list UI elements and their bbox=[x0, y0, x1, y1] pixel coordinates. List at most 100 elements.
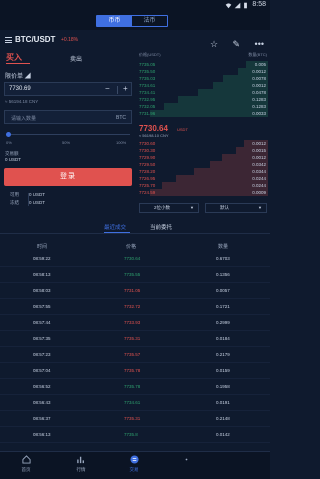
ask-row[interactable]: 7734.41 0.0478 bbox=[135, 89, 270, 96]
last-price-unit: USDT bbox=[177, 127, 188, 132]
buy-tab-underline bbox=[6, 63, 30, 64]
decimals-select[interactable]: 2位小数 ▼ bbox=[139, 203, 199, 213]
trade-time: 08:56:43 bbox=[33, 400, 51, 405]
more-icon[interactable]: ••• bbox=[255, 39, 264, 49]
chevron-down-icon: ▼ bbox=[190, 205, 194, 210]
trade-time: 08:56:52 bbox=[33, 384, 51, 389]
available-value: 0 USDT bbox=[29, 192, 46, 197]
trade-price: 7734.61 bbox=[124, 400, 141, 405]
tab-open-orders[interactable]: 当前委托 bbox=[150, 223, 172, 231]
bid-row[interactable]: 7724.59 0.0009 bbox=[135, 189, 270, 196]
login-button[interactable]: 登录 bbox=[4, 168, 132, 186]
trade-qty: 0.2148 bbox=[216, 416, 230, 421]
sell-tab[interactable]: 卖出 bbox=[70, 54, 82, 63]
bid-row[interactable]: 7725.70 0.0244 bbox=[135, 182, 270, 189]
bid-row[interactable]: 7730.60 0.0012 bbox=[135, 140, 270, 147]
order-type-select[interactable]: 限价单 ◢ bbox=[5, 71, 31, 80]
ask-row[interactable]: 7734.61 0.0012 bbox=[135, 82, 270, 89]
menu-icon[interactable] bbox=[5, 37, 12, 43]
frozen-label: 冻结 bbox=[10, 200, 19, 205]
bid-row[interactable]: 7728.20 0.0344 bbox=[135, 168, 270, 175]
trade-row: 08:57:23 7735.57 0.2179 bbox=[0, 347, 270, 363]
price-increase-button[interactable]: + bbox=[123, 84, 128, 93]
trade-time: 08:56:37 bbox=[33, 416, 51, 421]
available-label: 可用 bbox=[10, 192, 19, 197]
bid-row[interactable]: 7729.50 0.0342 bbox=[135, 161, 270, 168]
book-mode-select[interactable]: 默认 ▼ bbox=[205, 203, 267, 213]
nav-home[interactable]: 首页 bbox=[6, 455, 46, 473]
bid-row[interactable]: 7729.90 0.0012 bbox=[135, 154, 270, 161]
tab-fiat[interactable]: 法币 bbox=[132, 16, 167, 26]
trade-qty: 0.6703 bbox=[216, 256, 230, 261]
history-tabs: 最近成交 当前委托 bbox=[0, 220, 270, 234]
trade-row: 08:56:52 7735.78 0.1958 bbox=[0, 379, 270, 395]
nav-market[interactable]: 行情 bbox=[61, 455, 101, 473]
trade-time: 08:58:03 bbox=[33, 288, 51, 293]
home-icon bbox=[21, 455, 31, 464]
pair-name[interactable]: BTC/USDT bbox=[15, 35, 55, 44]
wifi-icon bbox=[225, 3, 232, 9]
trade-row: 08:56:13 7735.8 0.0142 bbox=[0, 427, 270, 443]
chevron-down-icon: ▼ bbox=[258, 205, 262, 210]
ask-row[interactable]: 7731.96 0.0033 bbox=[135, 110, 270, 117]
trade-price: 7733.93 bbox=[124, 320, 141, 325]
col-qty: 数量 bbox=[218, 244, 229, 250]
trade-time: 08:57:23 bbox=[33, 352, 51, 357]
buy-sell-switch: 买入 卖出 bbox=[4, 52, 130, 64]
trade-row: 08:57:04 7735.78 0.0159 bbox=[0, 363, 270, 379]
slider-handle[interactable] bbox=[6, 132, 11, 137]
price-decrease-button[interactable]: − bbox=[105, 84, 110, 93]
nav-account[interactable] bbox=[166, 455, 206, 467]
trade-qty: 0.1721 bbox=[216, 304, 230, 309]
trade-time: 08:58:13 bbox=[33, 272, 51, 277]
trade-row: 08:57:55 7732.72 0.1721 bbox=[0, 299, 270, 315]
buy-tab[interactable]: 买入 bbox=[6, 52, 22, 63]
slider-tick-50: 50% bbox=[62, 140, 71, 145]
trade-time: 08:56:13 bbox=[33, 432, 51, 437]
trade-price: 7731.05 bbox=[124, 288, 141, 293]
order-form: 买入 卖出 限价单 ◢ 7730.69 − + ≈ 56194.18 CNY 请… bbox=[0, 50, 135, 213]
market-type-switch: 币币 法币 bbox=[96, 15, 168, 27]
book-qty-header: 数量(BTC) bbox=[248, 52, 267, 57]
trade-time: 08:57:55 bbox=[33, 304, 51, 309]
ask-row[interactable]: 7735.50 0.0012 bbox=[135, 68, 270, 75]
bid-row[interactable]: 7726.95 0.0244 bbox=[135, 175, 270, 182]
battery-icon bbox=[244, 2, 247, 9]
price-field[interactable]: 7730.69 − + bbox=[4, 82, 132, 96]
price-stepper-divider bbox=[117, 86, 118, 94]
col-price: 价格 bbox=[126, 244, 137, 250]
active-tab-underline bbox=[104, 232, 130, 233]
trade-qty: 0.0184 bbox=[216, 336, 230, 341]
trade-price: 7735.57 bbox=[124, 352, 141, 357]
pair-actions: ☆ ✎ ••• bbox=[200, 34, 264, 49]
trade-row: 08:58:13 7735.55 0.1356 bbox=[0, 267, 270, 283]
trade-qty: 0.0159 bbox=[216, 368, 230, 373]
top-bar: 币币 法币 bbox=[0, 12, 270, 30]
trade-icon bbox=[129, 455, 139, 464]
trade-row: 08:56:43 7734.61 0.0191 bbox=[0, 395, 270, 411]
tab-spot[interactable]: 币币 bbox=[97, 16, 132, 26]
frozen-value: 0 USDT bbox=[29, 200, 46, 205]
trade-qty: 0.0191 bbox=[216, 400, 230, 405]
star-icon[interactable]: ☆ bbox=[210, 39, 218, 49]
trade-qty: 0.1356 bbox=[216, 272, 230, 277]
trade-row: 08:56:37 7735.31 0.2148 bbox=[0, 411, 270, 427]
frozen-row: 冻结 0 USDT bbox=[10, 200, 45, 206]
ask-row[interactable]: 7735.05 0.005 bbox=[135, 61, 270, 68]
ask-row[interactable]: 7735.03 0.0078 bbox=[135, 75, 270, 82]
ask-row[interactable]: 7732.95 0.1283 bbox=[135, 96, 270, 103]
account-icon bbox=[185, 458, 187, 461]
price-value[interactable]: 7730.69 bbox=[9, 86, 31, 92]
trade-time: 08:57:35 bbox=[33, 336, 51, 341]
tab-recent-trades[interactable]: 最近成交 bbox=[104, 223, 126, 231]
amount-slider[interactable]: 0% 50% 100% bbox=[6, 132, 130, 148]
bid-row[interactable]: 7730.30 0.0015 bbox=[135, 147, 270, 154]
chart-icon bbox=[76, 456, 84, 464]
edit-icon[interactable]: ✎ bbox=[233, 39, 241, 49]
slider-track bbox=[6, 134, 130, 135]
trade-time: 08:57:44 bbox=[33, 320, 51, 325]
amount-field[interactable]: 请输入数量 BTC bbox=[4, 110, 132, 124]
nav-trade[interactable]: 交易 bbox=[114, 455, 154, 473]
ask-row[interactable]: 7732.05 0.1283 bbox=[135, 103, 270, 110]
trade-row: 08:59:22 7730.64 0.6703 bbox=[0, 251, 270, 267]
